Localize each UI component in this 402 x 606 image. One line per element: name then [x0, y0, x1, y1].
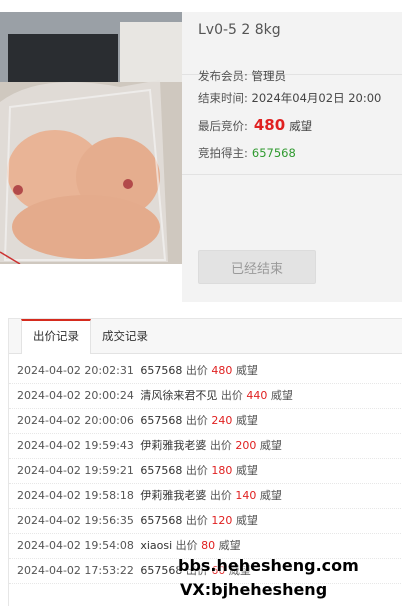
bid-time: 2024-04-02 19:56:35 [17, 514, 134, 527]
bid-unit: 威望 [270, 389, 293, 402]
bid-user: 657568 [140, 414, 183, 427]
bid-unit: 威望 [235, 464, 258, 477]
bid-user: xiaosi [140, 539, 173, 552]
bid-user: 657568 [140, 464, 183, 477]
end-time-value: 2024年04月02日 20:00 [251, 91, 382, 105]
product-image [0, 12, 182, 264]
bid-row: 2024-04-02 19:59:43 伊莉雅我老婆 出价 200 威望 [9, 434, 402, 459]
product-photo-graphic [0, 12, 182, 264]
publisher-value: 管理员 [251, 69, 287, 83]
final-price-value: 480 [253, 116, 286, 134]
publisher-label: 发布会员: [198, 69, 248, 83]
bid-unit: 威望 [235, 414, 258, 427]
bid-action: 出价 [185, 414, 208, 427]
product-title: Lv0-5 2 8kg [198, 22, 281, 38]
final-price-label: 最后竞价: [198, 119, 248, 133]
bid-unit: 威望 [218, 539, 241, 552]
bid-time: 2024-04-02 17:53:22 [17, 564, 134, 577]
bid-action: 出价 [185, 364, 208, 377]
bid-time: 2024-04-02 20:02:31 [17, 364, 134, 377]
divider [182, 174, 402, 175]
bid-row: 2024-04-02 19:56:35 657568 出价 120 威望 [9, 509, 402, 534]
tab-deal-records[interactable]: 成交记录 [93, 319, 157, 353]
bid-user: 伊莉雅我老婆 [140, 439, 207, 452]
bid-action: 出价 [175, 539, 198, 552]
watermark-line2: VX:bjhehesheng [180, 580, 328, 599]
winner-label: 竞拍得主: [198, 146, 248, 160]
bid-time: 2024-04-02 19:59:21 [17, 464, 134, 477]
bid-amount: 200 [235, 439, 257, 452]
bid-time: 2024-04-02 19:59:43 [17, 439, 134, 452]
bid-amount: 120 [211, 514, 233, 527]
publisher-row: 发布会员: 管理员 [198, 68, 286, 84]
bid-list: 2024-04-02 20:02:31 657568 出价 480 威望 2024… [9, 359, 402, 584]
bid-time: 2024-04-02 19:58:18 [17, 489, 134, 502]
bid-user: 清风徐来君不见 [140, 389, 218, 402]
bid-user: 657568 [140, 564, 183, 577]
winner-value: 657568 [251, 146, 296, 160]
auction-summary: Lv0-5 2 8kg 发布会员: 管理员 结束时间: 2024年04月02日 … [0, 0, 402, 302]
tab-bid-records[interactable]: 出价记录 [21, 319, 91, 354]
bid-user: 657568 [140, 364, 183, 377]
bid-row: 2024-04-02 20:00:24 清风徐来君不见 出价 440 威望 [9, 384, 402, 409]
bid-time: 2024-04-02 20:00:06 [17, 414, 134, 427]
bid-amount: 180 [211, 464, 233, 477]
bid-unit: 威望 [259, 489, 282, 502]
watermark-line1: bbs.hehesheng.com [178, 556, 359, 575]
bid-unit: 威望 [235, 364, 258, 377]
bid-time: 2024-04-02 20:00:24 [17, 389, 134, 402]
bid-amount: 440 [246, 389, 268, 402]
bid-action: 出价 [220, 389, 243, 402]
bid-action: 出价 [209, 439, 232, 452]
bid-amount: 80 [201, 539, 216, 552]
auction-info-panel: Lv0-5 2 8kg 发布会员: 管理员 结束时间: 2024年04月02日 … [182, 12, 402, 302]
bid-action: 出价 [185, 514, 208, 527]
bid-amount: 480 [211, 364, 233, 377]
final-price-row: 最后竞价: 480 威望 [198, 116, 312, 134]
bid-time: 2024-04-02 19:54:08 [17, 539, 134, 552]
bid-user: 657568 [140, 514, 183, 527]
bid-unit: 威望 [259, 439, 282, 452]
bid-amount: 240 [211, 414, 233, 427]
bid-row: 2024-04-02 19:59:21 657568 出价 180 威望 [9, 459, 402, 484]
bid-row: 2024-04-02 19:58:18 伊莉雅我老婆 出价 140 威望 [9, 484, 402, 509]
bid-action: 出价 [209, 489, 232, 502]
bid-action: 出价 [185, 464, 208, 477]
bid-user: 伊莉雅我老婆 [140, 489, 207, 502]
bid-row: 2024-04-02 20:00:06 657568 出价 240 威望 [9, 409, 402, 434]
tab-bar: 出价记录 成交记录 [9, 319, 402, 354]
bid-unit: 威望 [235, 514, 258, 527]
bid-row: 2024-04-02 20:02:31 657568 出价 480 威望 [9, 359, 402, 384]
bid-amount: 140 [235, 489, 257, 502]
winner-row: 竞拍得主: 657568 [198, 145, 296, 161]
end-time-row: 结束时间: 2024年04月02日 20:00 [198, 90, 381, 106]
end-time-label: 结束时间: [198, 91, 248, 105]
price-unit: 威望 [289, 119, 313, 133]
auction-ended-button[interactable]: 已经结束 [198, 250, 316, 284]
